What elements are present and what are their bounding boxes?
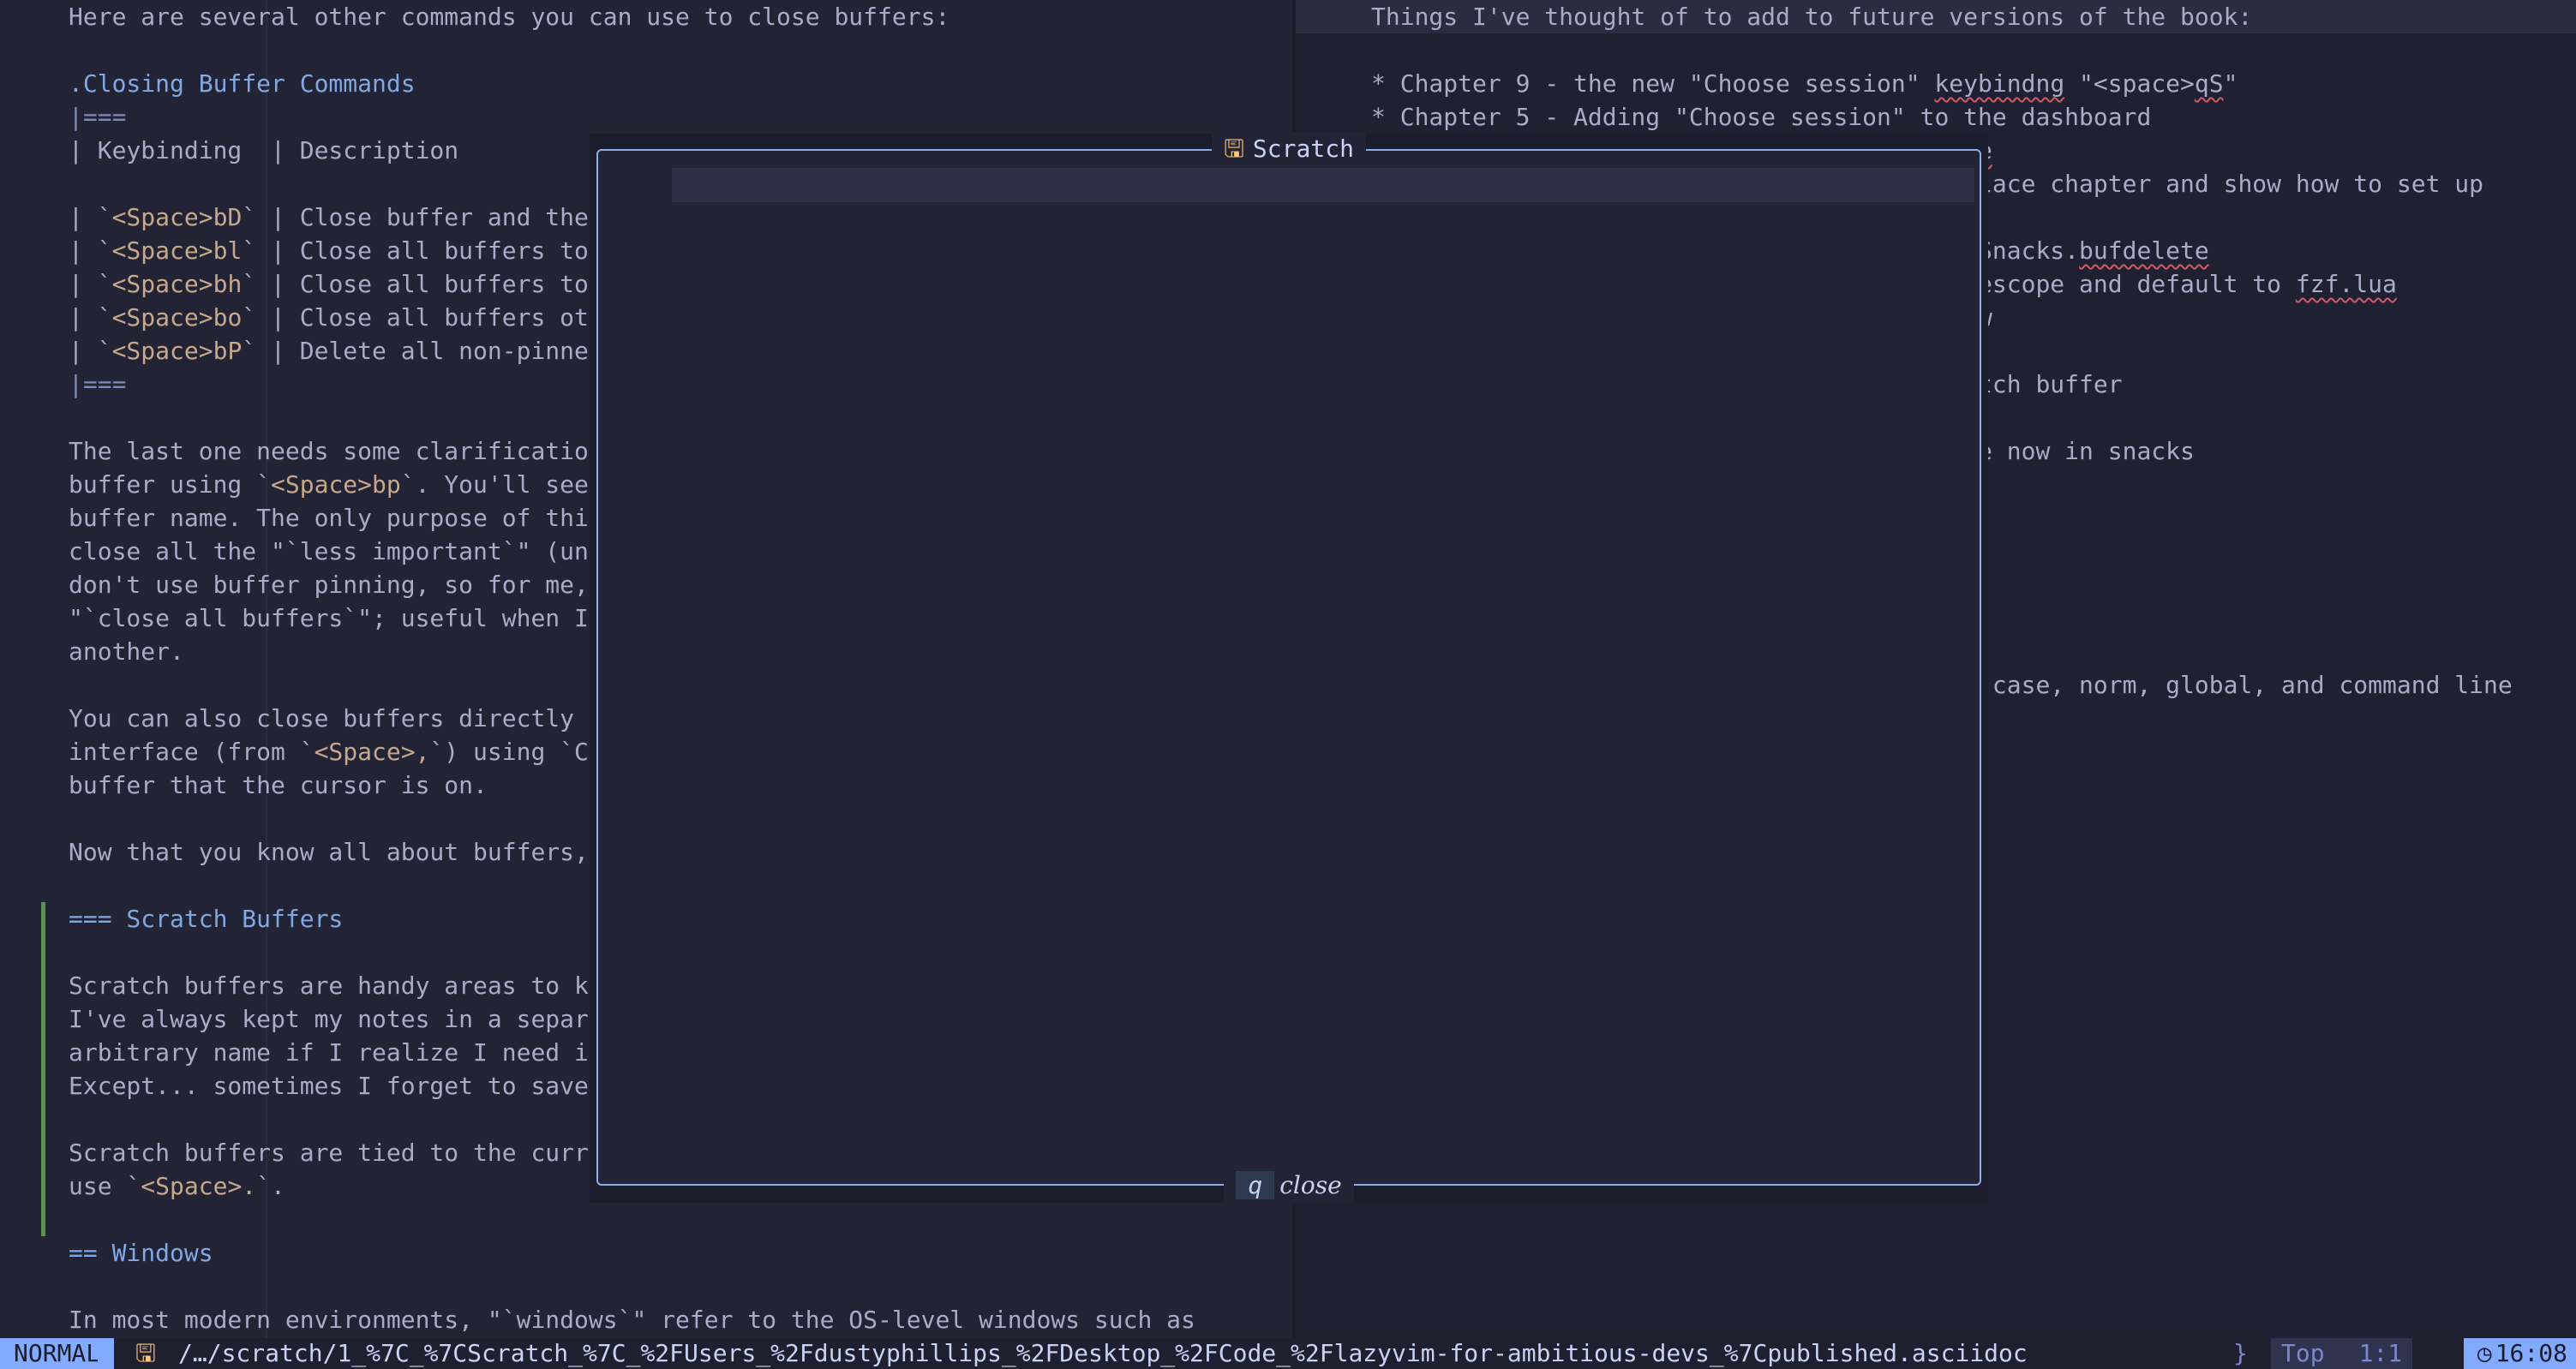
line-text: ` | Close all buffers to t [242, 270, 618, 298]
line-text: "<space> [2064, 69, 2195, 98]
line-text: ` | Delete all non-pinned [242, 337, 603, 365]
line-text: ` | Close buffer and the w [242, 203, 618, 231]
buffer-line[interactable]: .Closing Buffer Commands [0, 67, 1292, 100]
line-text: `. You'll see a [400, 470, 618, 499]
buffer-line[interactable]: * Chapter 5 - Adding "Choose session" to… [1296, 100, 2576, 134]
line-text: In most modern environments, "`windows`"… [69, 1306, 1195, 1334]
line-text: You can also close buffers directly fr [69, 704, 618, 732]
line-text: `. [256, 1172, 285, 1200]
mode-separator [98, 1338, 113, 1369]
line-text: Here are several other commands you can … [69, 3, 950, 31]
clock-icon: ◷ [2477, 1339, 2492, 1367]
line-text: | Keybinding | Description [69, 136, 459, 164]
line-text: close all the "`less important`" (unpi [69, 537, 618, 565]
buffer-line[interactable] [0, 1203, 1292, 1236]
scratch-cursor-line[interactable] [672, 168, 1974, 202]
line-text: == Windows [69, 1239, 213, 1267]
buffer-line[interactable]: Things I've thought of to add to future … [1296, 0, 2576, 33]
scroll-indicator: Top [2281, 1339, 2325, 1367]
line-text: <Space>. [141, 1172, 257, 1200]
line-text: Now that you know all about buffers, l [69, 838, 618, 866]
line-text: |=== [69, 370, 127, 398]
line-text: | ` [69, 270, 112, 298]
misspelled-word: fzf.lua [2295, 270, 2397, 298]
line-text: buffer using ` [69, 470, 272, 499]
line-text: " [2223, 69, 2238, 98]
buffer-line[interactable] [0, 33, 1292, 67]
line-text: buffer name. The only purpose of this [69, 504, 603, 532]
line-text: <Space>bh [111, 270, 243, 298]
line-text: | ` [69, 203, 112, 231]
line-text: * Chapter 9 - the new "Choose session" [1371, 69, 1935, 98]
treesitter-context: } [2233, 1339, 2248, 1367]
buffer-line[interactable]: Here are several other commands you can … [0, 0, 1292, 33]
line-text: Except... sometimes I forget to save i [69, 1072, 618, 1100]
file-path: /…/scratch/1_%7C_%7CScratch_%7C_%2FUsers… [178, 1339, 2028, 1367]
cursor-position: 1:1 [2358, 1339, 2403, 1367]
line-text: interface (from ` [69, 738, 315, 766]
line-text: ` | Close all buffers othe [242, 303, 618, 332]
line-text: "`close all buffers`"; useful when I c [69, 604, 618, 632]
status-position-block: Top 1:1 [2271, 1338, 2413, 1369]
file-icon: 🖫 [135, 1339, 156, 1367]
status-time-block: ◷ 16:08 [2463, 1338, 2576, 1369]
clock-time: 16:08 [2495, 1339, 2567, 1367]
close-label[interactable]: close [1279, 1171, 1341, 1199]
line-text: The last one needs some clarification. [69, 437, 618, 465]
line-text: | ` [69, 303, 112, 332]
line-text: don't use buffer pinning, so for me, ` [69, 571, 618, 599]
line-text: | ` [69, 236, 112, 265]
line-text: <Space>bD [111, 203, 243, 231]
misspelled-word: bufdelete [2079, 236, 2209, 265]
line-text: Things I've thought of to add to future … [1371, 3, 2253, 31]
line-text: arbitrary name if I realize I need it [69, 1038, 603, 1067]
misspelled-word: keybindng [1934, 69, 2065, 98]
line-text: another. [69, 637, 184, 666]
scratch-footer: q close [598, 1169, 1980, 1203]
misspelled-word: qS [2194, 69, 2224, 98]
buffer-line[interactable] [1296, 33, 2576, 67]
buffer-line[interactable]: * Chapter 9 - the new "Choose session" k… [1296, 67, 2576, 100]
buffer-line[interactable]: == Windows [0, 1236, 1292, 1270]
line-text: buffer that the cursor is on. [69, 771, 488, 799]
line-text: <Space>bP [111, 337, 243, 365]
line-text: <Space>, [314, 738, 430, 766]
close-key-hint[interactable]: q [1236, 1171, 1275, 1199]
line-text: === Scratch Buffers [69, 905, 344, 933]
line-text: I've always kept my notes in a separat [69, 1005, 618, 1033]
line-text: |=== [69, 103, 127, 131]
buffer-line[interactable]: |=== [0, 100, 1292, 134]
line-text: Scratch buffers are handy areas to kee [69, 971, 618, 1000]
line-text: use ` [69, 1172, 141, 1200]
line-text: ` | Close all buffers to t [242, 236, 618, 265]
line-text: Scratch buffers are tied to the curren [69, 1139, 618, 1167]
line-text: * Chapter 5 - Adding "Choose session" to… [1371, 103, 2152, 131]
status-line: NORMAL 🖫 /…/scratch/1_%7C_%7CScratch_%7C… [0, 1338, 2576, 1369]
line-text: | ` [69, 337, 112, 365]
buffer-line[interactable] [0, 1270, 1292, 1303]
line-text: <Space>bo [111, 303, 243, 332]
line-text: .Closing Buffer Commands [69, 69, 416, 98]
line-text: <Space>bl [111, 236, 243, 265]
scratch-window[interactable]: 🖫 Scratch q close [596, 132, 1981, 1203]
buffer-line[interactable]: In most modern environments, "`windows`"… [0, 1303, 1292, 1336]
line-text: <Space>bp [271, 470, 401, 499]
